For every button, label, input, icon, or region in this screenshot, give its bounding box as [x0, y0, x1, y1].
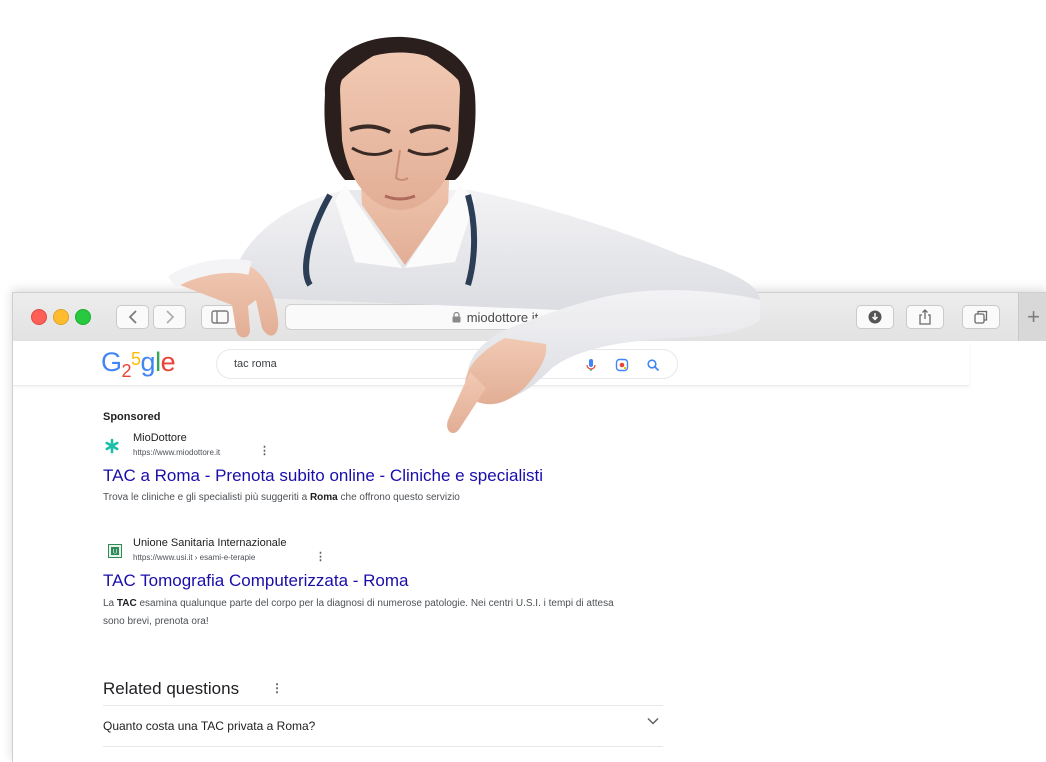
browser-toolbar: miodottore.it + — [13, 293, 1046, 342]
back-icon — [128, 310, 137, 324]
svg-text:U: U — [113, 550, 117, 556]
search-box[interactable]: tac roma — [216, 349, 678, 379]
desc-text: La — [103, 598, 117, 609]
lens-icon[interactable] — [615, 358, 629, 372]
downloads-button[interactable] — [856, 305, 894, 329]
share-button[interactable] — [906, 305, 944, 329]
search-icon[interactable] — [646, 358, 660, 372]
ad-site-name[interactable]: MioDottore — [133, 432, 187, 444]
kebab-icon[interactable]: ⋮ — [271, 681, 283, 695]
zoom-window-button[interactable] — [75, 309, 91, 325]
logo-letter: g — [140, 347, 156, 377]
ad-site-url[interactable]: https://www.usi.it › esami-e-terapie — [133, 553, 255, 562]
close-window-button[interactable] — [31, 309, 47, 325]
new-tab-button[interactable]: + — [1018, 293, 1046, 341]
mic-icon[interactable] — [584, 358, 598, 372]
sidebar-button[interactable] — [201, 305, 239, 329]
related-question-item[interactable]: Quanto costa una TAC privata a Roma? — [103, 705, 663, 747]
kebab-icon[interactable]: ⋮ — [315, 550, 326, 563]
share-icon — [919, 309, 931, 325]
page-content: G25gle tac roma Sponsored MioDottore htt… — [13, 341, 1046, 762]
search-header: G25gle tac roma — [13, 341, 969, 386]
address-bar[interactable]: miodottore.it — [285, 304, 705, 330]
desc-text: che offrono questo servizio — [337, 492, 460, 503]
ad-description: La TAC esamina qualunque parte del corpo… — [103, 595, 623, 631]
tabs-icon — [974, 310, 988, 324]
logo-letter: 2 — [121, 361, 132, 381]
tab-overview-button[interactable] — [962, 305, 1000, 329]
usi-logo-icon: U — [106, 542, 124, 560]
search-input[interactable]: tac roma — [234, 358, 277, 370]
asterisk-icon — [103, 437, 121, 455]
sponsored-label: Sponsored — [103, 411, 161, 423]
ad-description: Trova le cliniche e gli specialisti più … — [103, 489, 623, 507]
forward-button[interactable] — [153, 305, 186, 329]
ad-site-url[interactable]: https://www.miodottore.it — [133, 448, 220, 457]
minimize-window-button[interactable] — [53, 309, 69, 325]
desc-bold: Roma — [309, 492, 338, 503]
chevron-down-icon[interactable] — [647, 717, 659, 725]
lock-icon — [452, 311, 461, 322]
desc-text: Trova le cliniche e gli specialisti più … — [103, 492, 310, 503]
logo-letter: G — [101, 347, 122, 377]
ad-site-name[interactable]: Unione Sanitaria Internazionale — [133, 537, 287, 549]
kebab-icon[interactable]: ⋮ — [259, 444, 270, 457]
ad-title-link[interactable]: TAC a Roma - Prenota subito online - Cli… — [103, 466, 543, 486]
logo-letter: 5 — [131, 349, 141, 369]
related-question-text: Quanto costa una TAC privata a Roma? — [103, 719, 316, 733]
url-text: miodottore.it — [466, 309, 539, 325]
ad-title-link[interactable]: TAC Tomografia Computerizzata - Roma — [103, 571, 408, 591]
back-button[interactable] — [116, 305, 149, 329]
google-logo[interactable]: G25gle — [101, 347, 176, 382]
related-questions-title: Related questions — [103, 679, 240, 698]
browser-window: miodottore.it + G25gle tac roma Sponsore… — [12, 292, 1046, 762]
forward-icon — [165, 310, 174, 324]
desc-text: esamina qualunque parte del corpo per la… — [103, 598, 614, 627]
download-icon — [868, 310, 882, 324]
logo-letter: e — [160, 347, 176, 377]
desc-bold: TAC — [116, 598, 137, 609]
sidebar-icon — [211, 310, 229, 324]
